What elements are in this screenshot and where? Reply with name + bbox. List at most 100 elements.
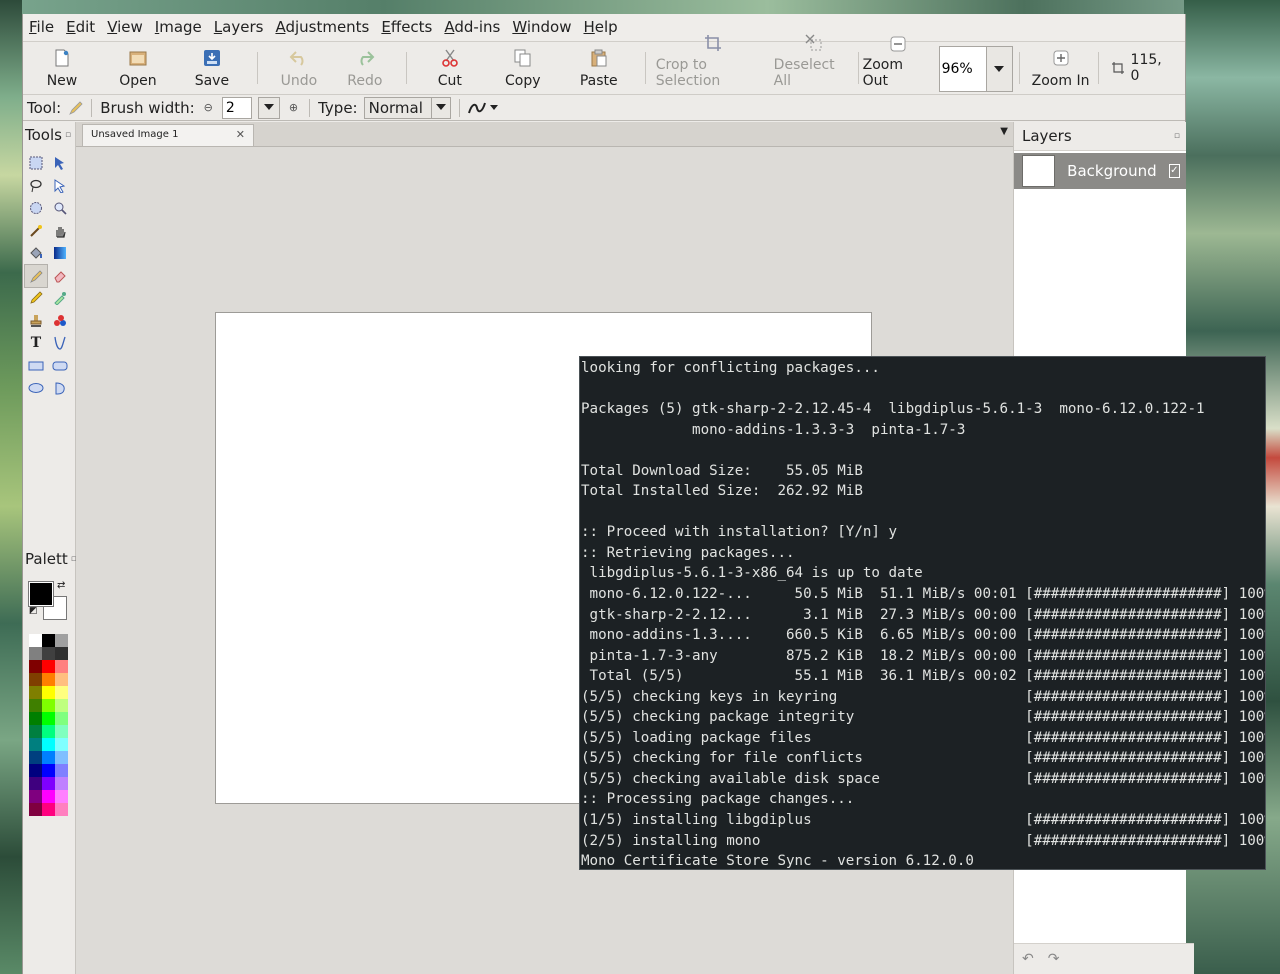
palette-swatch[interactable] (55, 777, 68, 790)
palette-swatch[interactable] (55, 647, 68, 660)
menu-adjustments[interactable]: Adjustments (269, 14, 375, 41)
reset-colors-icon[interactable]: ◩ (29, 606, 38, 616)
palette-swatch[interactable] (42, 777, 55, 790)
deselect-all-button[interactable]: Deselect All (772, 34, 856, 94)
zoom-dropdown-button[interactable] (986, 46, 1013, 92)
close-icon[interactable]: ✕ (236, 125, 245, 145)
palette-swatch[interactable] (29, 751, 42, 764)
antialiasing-dropdown[interactable] (467, 101, 498, 115)
palette-swatch[interactable] (42, 764, 55, 777)
palette-swatch[interactable] (55, 803, 68, 816)
ellipse-tool[interactable] (25, 377, 47, 399)
palette-swatch[interactable] (42, 738, 55, 751)
redo-icon[interactable]: ↷ (1048, 951, 1060, 967)
brush-type-select[interactable]: Normal (363, 96, 451, 119)
palette-swatch[interactable] (29, 725, 42, 738)
palette-swatch[interactable] (55, 699, 68, 712)
paint-bucket-tool[interactable] (25, 242, 47, 264)
lasso-select-tool[interactable] (25, 175, 47, 197)
brush-width-input[interactable] (221, 96, 252, 119)
palette-swatch[interactable] (42, 725, 55, 738)
palette-swatch[interactable] (55, 751, 68, 764)
brush-width-dropdown[interactable] (257, 96, 280, 119)
palette-swatch[interactable] (42, 647, 55, 660)
palette-swatch[interactable] (55, 738, 68, 751)
palette-swatch[interactable] (55, 673, 68, 686)
text-tool[interactable]: T (25, 332, 47, 354)
palette-swatch[interactable] (55, 686, 68, 699)
palette-swatch[interactable] (42, 751, 55, 764)
undo-icon[interactable]: ↶ (1022, 951, 1034, 967)
panel-pin-icon[interactable]: ▫ (65, 130, 71, 140)
palette-swatch[interactable] (42, 673, 55, 686)
pan-tool[interactable] (49, 220, 71, 242)
palette-swatch[interactable] (55, 764, 68, 777)
palette-swatch[interactable] (29, 699, 42, 712)
open-button[interactable]: Open (101, 42, 175, 94)
palette-swatch[interactable] (55, 725, 68, 738)
palette-swatch[interactable] (42, 712, 55, 725)
palette-swatch[interactable] (29, 738, 42, 751)
palette-swatch[interactable] (29, 777, 42, 790)
line-curve-tool[interactable] (49, 332, 71, 354)
tab-list-dropdown[interactable]: ▼ (1000, 126, 1008, 137)
palette-swatch[interactable] (29, 686, 42, 699)
rounded-rectangle-tool[interactable] (49, 355, 71, 377)
menu-help[interactable]: Help (578, 14, 624, 41)
palette-swatch[interactable] (29, 673, 42, 686)
palette-swatch[interactable] (42, 686, 55, 699)
palette-swatch[interactable] (42, 790, 55, 803)
redo-button[interactable]: Redo (332, 42, 398, 94)
rectangle-select-tool[interactable] (25, 152, 47, 174)
clone-stamp-tool[interactable] (25, 310, 47, 332)
terminal-window[interactable]: looking for conflicting packages... Packa… (579, 356, 1266, 870)
palette-swatch[interactable] (29, 712, 42, 725)
brush-width-increase-button[interactable]: ⊕ (286, 101, 301, 114)
new-button[interactable]: New (23, 42, 101, 94)
gradient-tool[interactable] (49, 242, 71, 264)
magic-wand-tool[interactable] (25, 220, 47, 242)
primary-color-swatch[interactable] (28, 581, 54, 607)
ellipse-select-tool[interactable] (25, 197, 47, 219)
brush-width-decrease-button[interactable]: ⊖ (201, 101, 216, 114)
menu-image[interactable]: Image (149, 14, 208, 41)
eraser-tool[interactable] (49, 265, 71, 287)
swap-colors-icon[interactable]: ⇄ (57, 580, 65, 591)
move-selected-tool[interactable] (49, 152, 71, 174)
recolor-tool[interactable] (49, 310, 71, 332)
save-button[interactable]: Save (175, 42, 249, 94)
palette-swatch[interactable] (42, 634, 55, 647)
zoom-in-button[interactable]: Zoom In (1026, 42, 1096, 94)
paintbrush-tool[interactable] (24, 263, 48, 288)
copy-button[interactable]: Copy (485, 42, 561, 94)
rectangle-tool[interactable] (25, 355, 47, 377)
menu-edit[interactable]: Edit (60, 14, 101, 41)
freeform-shape-tool[interactable] (49, 377, 71, 399)
menu-add-ins[interactable]: Add-ins (438, 14, 506, 41)
crop-to-selection-button[interactable]: Crop to Selection (654, 35, 772, 94)
palette-swatch[interactable] (55, 660, 68, 673)
zoom-tool[interactable] (49, 197, 71, 219)
zoom-out-button[interactable]: Zoom Out (861, 36, 935, 94)
panel-pin-icon[interactable]: ▫ (1174, 131, 1180, 141)
menu-effects[interactable]: Effects (375, 14, 438, 41)
document-tab[interactable]: Unsaved Image 1 ✕ (82, 124, 254, 146)
palette-swatch[interactable] (29, 764, 42, 777)
paste-button[interactable]: Paste (561, 42, 637, 94)
palette-swatch[interactable] (55, 634, 68, 647)
move-selection-tool[interactable] (49, 175, 71, 197)
undo-button[interactable]: Undo (266, 42, 332, 94)
menu-view[interactable]: View (101, 14, 149, 41)
color-picker-tool[interactable] (49, 287, 71, 309)
menu-layers[interactable]: Layers (208, 14, 270, 41)
palette-swatch[interactable] (29, 803, 42, 816)
palette-swatch[interactable] (29, 647, 42, 660)
cut-button[interactable]: Cut (415, 42, 485, 94)
palette-swatch[interactable] (42, 660, 55, 673)
palette-swatch[interactable] (42, 803, 55, 816)
palette-swatch[interactable] (42, 699, 55, 712)
menu-window[interactable]: Window (506, 14, 577, 41)
zoom-input[interactable] (938, 46, 987, 92)
layer-visibility-checkbox[interactable]: ✓ (1168, 164, 1180, 178)
palette-swatch[interactable] (29, 790, 42, 803)
